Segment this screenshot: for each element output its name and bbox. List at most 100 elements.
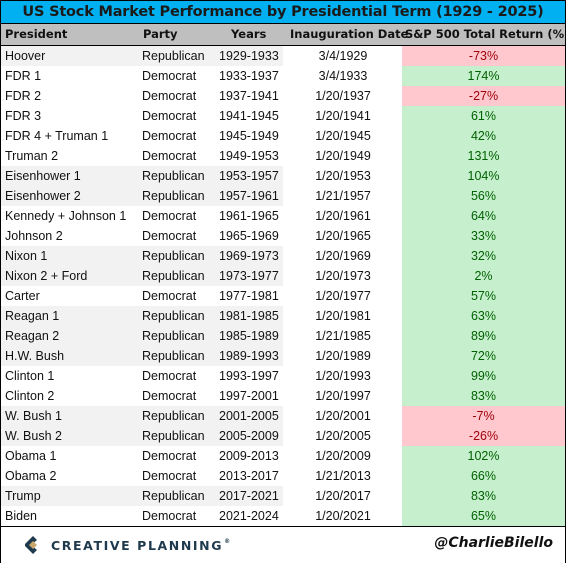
cell-president: W. Bush 2 bbox=[5, 429, 62, 443]
cell-party: Democrat bbox=[142, 389, 197, 403]
cell-inauguration-date: 1/20/2017 bbox=[315, 489, 371, 503]
cell-inauguration-date: 1/20/1981 bbox=[315, 309, 371, 323]
cell-years: 1997-2001 bbox=[219, 389, 279, 403]
cell-inauguration-date: 1/20/1961 bbox=[315, 209, 371, 223]
table-row: Reagan 2 Republican 1985-1989 1/21/1985 89% bbox=[1, 326, 565, 346]
table-frame: US Stock Market Performance by President… bbox=[0, 0, 566, 563]
table-row: FDR 2 Democrat 1937-1941 1/20/1937 -27% bbox=[1, 86, 565, 106]
cell-total-return: -26% bbox=[402, 426, 565, 446]
cell-years: 1973-1977 bbox=[219, 269, 279, 283]
cell-years: 1949-1953 bbox=[219, 149, 279, 163]
cell-president: Truman 2 bbox=[5, 149, 59, 163]
cell-inauguration-date: 1/20/2005 bbox=[315, 429, 371, 443]
cell-years: 1941-1945 bbox=[219, 109, 279, 123]
cell-inauguration-date: 3/4/1929 bbox=[318, 49, 368, 63]
cell-years: 1957-1961 bbox=[219, 189, 279, 203]
cell-president: Clinton 2 bbox=[5, 389, 55, 403]
table-row: Clinton 1 Democrat 1993-1997 1/20/1993 99% bbox=[1, 366, 565, 386]
cell-years: 1977-1981 bbox=[219, 289, 279, 303]
table-row: Biden Democrat 2021-2024 1/20/2021 65% bbox=[1, 506, 565, 526]
cell-inauguration-date: 1/20/1953 bbox=[315, 169, 371, 183]
cell-years: 2009-2013 bbox=[219, 449, 279, 463]
table-row: FDR 3 Democrat 1941-1945 1/20/1941 61% bbox=[1, 106, 565, 126]
cell-party: Democrat bbox=[142, 369, 197, 383]
cell-years: 1993-1997 bbox=[219, 369, 279, 383]
table-row: Nixon 1 Republican 1969-1973 1/20/1969 32% bbox=[1, 246, 565, 266]
cell-president: Eisenhower 1 bbox=[5, 169, 81, 183]
cell-inauguration-date: 1/20/1973 bbox=[315, 269, 371, 283]
cell-years: 1981-1985 bbox=[219, 309, 279, 323]
cell-inauguration-date: 1/20/1977 bbox=[315, 289, 371, 303]
cell-president: FDR 4 + Truman 1 bbox=[5, 129, 109, 143]
cell-president: Hoover bbox=[5, 49, 46, 63]
cell-party: Democrat bbox=[142, 209, 197, 223]
cell-president: Nixon 2 + Ford bbox=[5, 269, 88, 283]
table-row: Truman 2 Democrat 1949-1953 1/20/1949 131% bbox=[1, 146, 565, 166]
column-header-president: President bbox=[5, 27, 68, 41]
cell-party: Democrat bbox=[142, 469, 197, 483]
cell-total-return: 65% bbox=[402, 506, 565, 526]
cell-years: 1969-1973 bbox=[219, 249, 279, 263]
cell-years: 1937-1941 bbox=[219, 89, 279, 103]
cell-total-return: 104% bbox=[402, 166, 565, 186]
creative-planning-logo: CREATIVE PLANNING® bbox=[23, 536, 232, 554]
table-row: Carter Democrat 1977-1981 1/20/1977 57% bbox=[1, 286, 565, 306]
table-row: FDR 4 + Truman 1 Democrat 1945-1949 1/20/19… bbox=[1, 126, 565, 146]
table-row: Kennedy + Johnson 1 Democrat 1961-1965 1/20… bbox=[1, 206, 565, 226]
cell-inauguration-date: 1/20/1945 bbox=[315, 129, 371, 143]
table-row: Obama 2 Democrat 2013-2017 1/21/2013 66% bbox=[1, 466, 565, 486]
cell-president: Obama 2 bbox=[5, 469, 57, 483]
cell-total-return: 99% bbox=[402, 366, 565, 386]
cell-total-return: 33% bbox=[402, 226, 565, 246]
cell-total-return: 102% bbox=[402, 446, 565, 466]
cell-years: 1989-1993 bbox=[219, 349, 279, 363]
cell-inauguration-date: 1/20/2009 bbox=[315, 449, 371, 463]
cell-inauguration-date: 1/20/1937 bbox=[315, 89, 371, 103]
cell-years: 2005-2009 bbox=[219, 429, 279, 443]
cell-years: 1953-1957 bbox=[219, 169, 279, 183]
cell-party: Democrat bbox=[142, 89, 197, 103]
cell-party: Republican bbox=[142, 169, 205, 183]
table-title: US Stock Market Performance by President… bbox=[1, 1, 565, 24]
table-row: H.W. Bush Republican 1989-1993 1/20/1989 72% bbox=[1, 346, 565, 366]
cell-party: Democrat bbox=[142, 129, 197, 143]
cell-party: Republican bbox=[142, 429, 205, 443]
cell-inauguration-date: 1/20/1997 bbox=[315, 389, 371, 403]
cell-years: 2001-2005 bbox=[219, 409, 279, 423]
table-row: Eisenhower 1 Republican 1953-1957 1/20/1953… bbox=[1, 166, 565, 186]
cell-total-return: 131% bbox=[402, 146, 565, 166]
cell-years: 1985-1989 bbox=[219, 329, 279, 343]
cell-inauguration-date: 1/21/2013 bbox=[315, 469, 371, 483]
cell-inauguration-date: 1/20/1969 bbox=[315, 249, 371, 263]
footer: CREATIVE PLANNING® @CharlieBilello bbox=[1, 526, 565, 563]
cell-president: FDR 1 bbox=[5, 69, 42, 83]
cell-total-return: 56% bbox=[402, 186, 565, 206]
cell-inauguration-date: 1/21/1957 bbox=[315, 189, 371, 203]
cell-president: FDR 3 bbox=[5, 109, 42, 123]
table-body: Hoover Republican 1929-1933 3/4/1929 -73% FDR… bbox=[1, 46, 565, 526]
cell-total-return: -7% bbox=[402, 406, 565, 426]
cell-inauguration-date: 1/20/1941 bbox=[315, 109, 371, 123]
cell-party: Democrat bbox=[142, 289, 197, 303]
cell-president: H.W. Bush bbox=[5, 349, 65, 363]
table-row: Eisenhower 2 Republican 1957-1961 1/21/1957… bbox=[1, 186, 565, 206]
cell-total-return: 2% bbox=[402, 266, 565, 286]
cell-total-return: 89% bbox=[402, 326, 565, 346]
cell-inauguration-date: 1/20/1989 bbox=[315, 349, 371, 363]
cell-total-return: 32% bbox=[402, 246, 565, 266]
table-row: Hoover Republican 1929-1933 3/4/1929 -73% bbox=[1, 46, 565, 66]
cell-president: Biden bbox=[5, 509, 37, 523]
cell-party: Republican bbox=[142, 489, 205, 503]
cell-party: Democrat bbox=[142, 109, 197, 123]
cell-president: Nixon 1 bbox=[5, 249, 48, 263]
cell-president: Kennedy + Johnson 1 bbox=[5, 209, 127, 223]
cell-president: Clinton 1 bbox=[5, 369, 55, 383]
cell-years: 1945-1949 bbox=[219, 129, 279, 143]
table-header: President Party Years Inauguration Date … bbox=[1, 24, 566, 46]
cell-president: Eisenhower 2 bbox=[5, 189, 81, 203]
table-row: Trump Republican 2017-2021 1/20/2017 83% bbox=[1, 486, 565, 506]
column-header-party: Party bbox=[143, 27, 178, 41]
cell-years: 1933-1937 bbox=[219, 69, 279, 83]
cell-president: Carter bbox=[5, 289, 40, 303]
table-row: W. Bush 2 Republican 2005-2009 1/20/2005 -26… bbox=[1, 426, 565, 446]
